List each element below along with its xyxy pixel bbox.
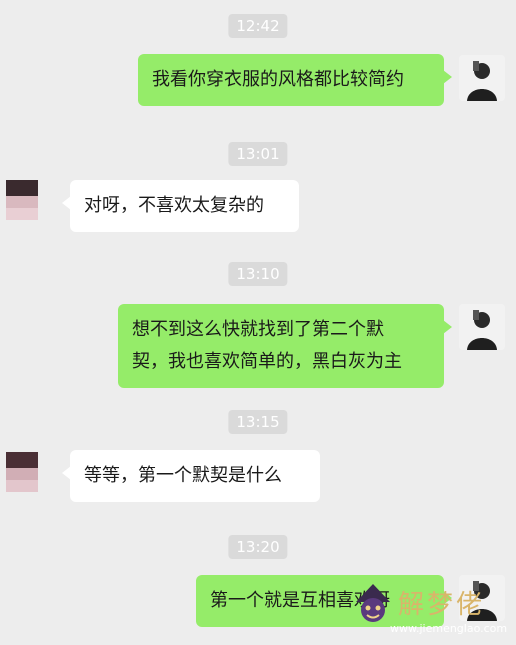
message-bubble-outgoing[interactable]: 想不到这么快就找到了第二个默 契，我也喜欢简单的，黑白灰为主 bbox=[118, 304, 452, 388]
message-text: 等等，第一个默契是什么 bbox=[84, 465, 282, 486]
contact-avatar-icon bbox=[0, 448, 40, 500]
timestamp: 13:20 bbox=[228, 535, 288, 559]
message-text-line: 契，我也喜欢简单的，黑白灰为主 bbox=[132, 351, 402, 372]
message-text: 我看你穿衣服的风格都比较简约 bbox=[152, 69, 404, 90]
avatar[interactable] bbox=[0, 448, 40, 500]
watermark-text: 解梦佬 bbox=[398, 590, 486, 620]
message-bubble-incoming[interactable]: 等等，第一个默契是什么 bbox=[62, 450, 320, 502]
avatar[interactable] bbox=[459, 304, 505, 350]
contact-avatar-icon bbox=[0, 176, 40, 228]
timestamp: 13:10 bbox=[228, 262, 288, 286]
message-bubble-outgoing[interactable]: 我看你穿衣服的风格都比较简约 bbox=[138, 54, 452, 106]
message-bubble-incoming[interactable]: 对呀，不喜欢太复杂的 bbox=[62, 180, 299, 232]
message-text-line: 想不到这么快就找到了第二个默 bbox=[132, 319, 384, 340]
message-text: 对呀，不喜欢太复杂的 bbox=[84, 195, 264, 216]
avatar[interactable] bbox=[0, 176, 40, 228]
user-avatar-icon bbox=[459, 304, 505, 350]
watermark-logo-icon bbox=[356, 584, 390, 622]
avatar[interactable] bbox=[459, 55, 505, 101]
site-watermark: 解梦佬 www.jiemenglao.com bbox=[350, 578, 516, 645]
timestamp: 13:15 bbox=[228, 410, 288, 434]
user-avatar-icon bbox=[459, 55, 505, 101]
timestamp: 13:01 bbox=[228, 142, 288, 166]
watermark-url: www.jiemenglao.com bbox=[390, 622, 508, 635]
timestamp: 12:42 bbox=[228, 14, 288, 38]
